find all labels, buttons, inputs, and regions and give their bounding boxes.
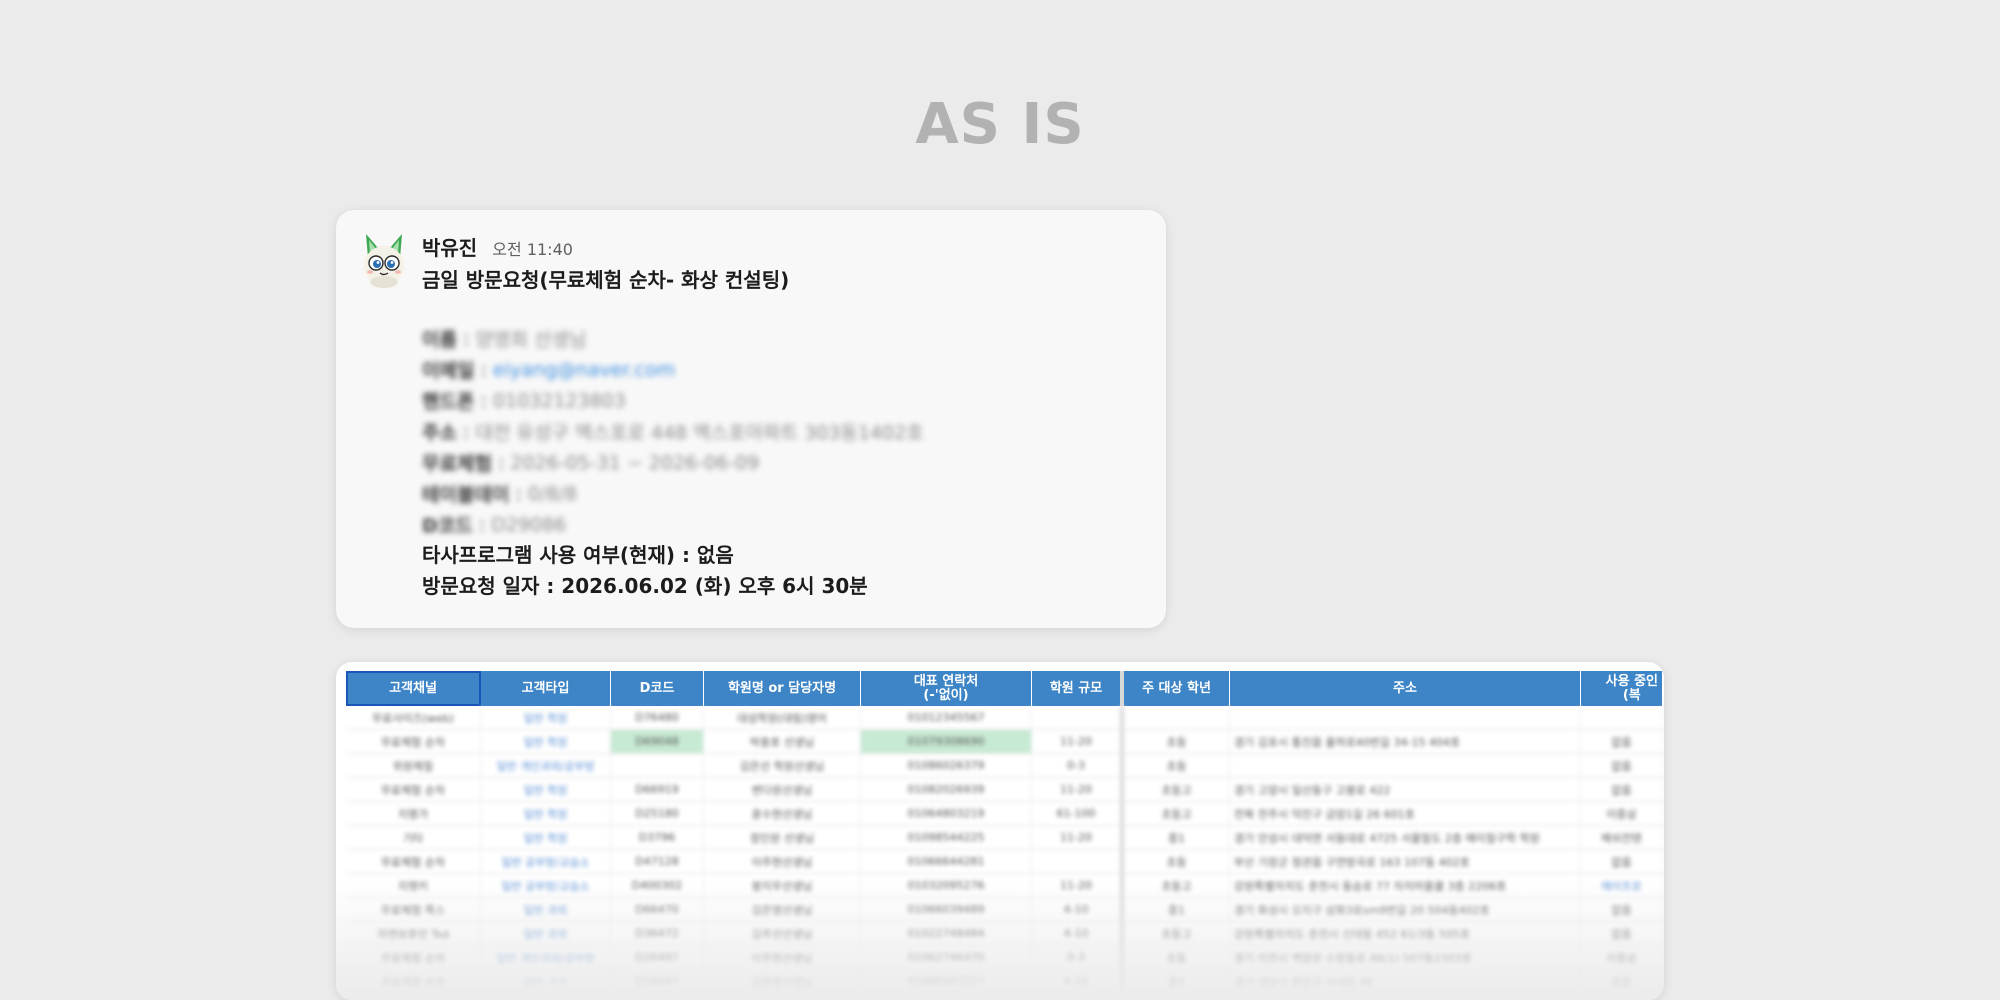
column-header[interactable]: 고객채널 <box>346 671 481 706</box>
table-cell[interactable]: 01079308690 <box>861 730 1032 753</box>
table-cell[interactable]: 정인원 선생님 <box>704 826 861 849</box>
mascot-avatar-icon[interactable] <box>360 232 408 290</box>
table-cell[interactable] <box>1032 850 1124 873</box>
table-cell[interactable]: 초등 <box>1124 730 1230 753</box>
table-cell[interactable]: 경기 김포시 통진읍 율하로40번길 34-15 404호 <box>1230 730 1581 753</box>
table-cell[interactable]: 이주현선생님 <box>704 850 861 873</box>
table-cell[interactable]: D66919 <box>611 778 704 801</box>
spreadsheet-card: 고객채널 고객타입 D코드 학원명 or 담당자명 대표 연락처 (-'없이) 학원 규모… <box>336 662 1664 1000</box>
table-cell[interactable]: 기타 <box>346 826 481 849</box>
table-cell[interactable] <box>611 754 704 777</box>
table-cell[interactable]: 초등 <box>1124 850 1230 873</box>
email-link[interactable]: eiyang@naver.com <box>493 359 675 381</box>
column-header[interactable]: 주 대상 학년 <box>1124 671 1230 706</box>
table-cell[interactable]: 전북 전주시 덕진구 금암1길 26 601호 <box>1230 802 1581 825</box>
table-cell[interactable]: 01086026379 <box>861 754 1032 777</box>
table-cell[interactable]: 대성학원(대림)영어 <box>704 706 861 729</box>
table-cell[interactable]: 없음 <box>1581 730 1663 753</box>
column-header[interactable]: 대표 연락처 (-'없이) <box>861 671 1032 706</box>
table-cell[interactable]: D3796 <box>611 826 704 849</box>
table-cell[interactable]: 01012345567 <box>861 706 1032 729</box>
visit-date-line: 방문요청 일자 : 2026.06.02 (화) 오후 6시 30분 <box>422 574 868 598</box>
table-cell[interactable] <box>1032 706 1124 729</box>
table-cell[interactable]: 위원체질 <box>346 754 481 777</box>
table-cell[interactable]: 변다원선생님 <box>704 778 861 801</box>
info-line: 이메일 : eiyang@naver.com <box>422 358 676 383</box>
table-cell[interactable]: 경기 안성시 대덕면 서동대로 4725 서울밀도 2층 에이칠구학 학원 <box>1230 826 1581 849</box>
bottom-fade <box>336 880 1664 1000</box>
table-cell[interactable]: 무료체험 순차 <box>346 778 481 801</box>
table-cell[interactable]: 일반 공부방/교습소 <box>481 850 611 873</box>
table-row[interactable]: 지명가 일반 학원 D25180 윤수현선생님 01064803219 61-100 초등고… <box>346 802 1664 826</box>
sheet-header-row: 고객채널 고객타입 D코드 학원명 or 담당자명 대표 연락처 (-'없이) 학원 규모… <box>346 671 1663 706</box>
table-row[interactable]: 기타 일반 학원 D3796 정인원 선생님 01098544225 11-20 중1 경기 … <box>346 826 1664 850</box>
table-row[interactable]: 무료체험 순차 일반 학원 D66919 변다원선생님 01082026939 11-20… <box>346 778 1664 802</box>
table-cell[interactable] <box>1230 706 1581 729</box>
table-cell[interactable]: 없음 <box>1581 754 1663 777</box>
table-cell[interactable]: 지명가 <box>346 802 481 825</box>
table-cell[interactable]: 01066644281 <box>861 850 1032 873</box>
message-subject: 금일 방문요청(무료체험 순차- 화상 컨설팅) <box>422 268 790 292</box>
table-cell[interactable]: 이중삼 <box>1581 802 1663 825</box>
table-cell[interactable]: 김은선 학원선생님 <box>704 754 861 777</box>
page-title: AS IS <box>915 92 1085 157</box>
table-cell[interactable]: 01098544225 <box>861 826 1032 849</box>
table-cell[interactable]: 초등고 <box>1124 778 1230 801</box>
table-cell[interactable]: 윤수현선생님 <box>704 802 861 825</box>
column-header[interactable]: 사용 중인 (복 <box>1581 671 1663 706</box>
table-cell[interactable]: 11-20 <box>1032 778 1124 801</box>
info-line: 주소 : 대전 유성구 엑스포로 448 엑스포아파트 303동1402호 <box>422 420 924 445</box>
info-line: 핸드폰 :01032123803 <box>422 389 626 414</box>
table-cell[interactable]: 무료체험 순차 <box>346 850 481 873</box>
chat-message-card: 박유진 오전 11:40 금일 방문요청(무료체험 순차- 화상 컨설팅) 이름… <box>336 210 1166 628</box>
table-cell[interactable]: 11-20 <box>1032 730 1124 753</box>
blurred-personal-info: 이름 : 양영희 선생님 이메일 : eiyang@naver.com 핸드폰 :0… <box>422 323 1136 540</box>
sender-name[interactable]: 박유진 <box>422 236 477 260</box>
info-line: 무료체험 :2026-05-31 ~ 2026-06-09 <box>422 451 760 476</box>
table-cell[interactable]: D47128 <box>611 850 704 873</box>
table-cell[interactable]: 일반 학원 <box>481 778 611 801</box>
table-cell[interactable]: 초등 <box>1124 754 1230 777</box>
table-cell[interactable]: 61-100 <box>1032 802 1124 825</box>
table-cell[interactable]: 일반 학원 <box>481 730 611 753</box>
table-cell[interactable]: D76480 <box>611 706 704 729</box>
table-cell[interactable]: 중1 <box>1124 826 1230 849</box>
table-cell[interactable] <box>1230 754 1581 777</box>
table-row[interactable]: 무료체험 순차 일반 학원 D69048 박충호 선생님 01079308690 11-2… <box>346 730 1664 754</box>
table-cell[interactable]: 박충호 선생님 <box>704 730 861 753</box>
table-cell[interactable]: 0-3 <box>1032 754 1124 777</box>
table-cell[interactable]: 일반 학원 <box>481 706 611 729</box>
table-cell[interactable]: 01082026939 <box>861 778 1032 801</box>
table-cell[interactable]: 메쉬컨텐 <box>1581 826 1663 849</box>
info-line: 테이블데이 :0/8/8 <box>422 482 577 507</box>
column-header[interactable]: 학원 규모 <box>1032 671 1124 706</box>
table-cell[interactable]: 없음 <box>1581 850 1663 873</box>
table-cell[interactable]: 무료체험 순차 <box>346 730 481 753</box>
column-header[interactable]: 학원명 or 담당자명 <box>704 671 861 706</box>
table-cell[interactable] <box>1124 706 1230 729</box>
table-cell[interactable]: 일반 학원 <box>481 826 611 849</box>
other-program-line: 타사프로그램 사용 여부(현재) : 없음 <box>422 543 734 567</box>
table-row[interactable]: 무료체험 순차 일반 공부방/교습소 D47128 이주현선생님 01066644281… <box>346 850 1664 874</box>
table-cell[interactable]: 11-20 <box>1032 826 1124 849</box>
column-header[interactable]: D코드 <box>611 671 704 706</box>
info-line: D코드 : D29086 <box>422 513 567 538</box>
table-cell[interactable]: 01064803219 <box>861 802 1032 825</box>
table-cell[interactable]: 초등고 <box>1124 802 1230 825</box>
info-line: 이름 : 양영희 선생님 <box>422 327 587 352</box>
table-cell[interactable]: 일반 개인과외/공부방 <box>481 754 611 777</box>
column-header[interactable]: 고객타입 <box>481 671 611 706</box>
table-cell[interactable]: 일반 학원 <box>481 802 611 825</box>
table-cell[interactable]: 무료사이즈(web) <box>346 706 481 729</box>
table-cell[interactable]: D69048 <box>611 730 704 753</box>
table-row[interactable]: 무료사이즈(web) 일반 학원 D76480 대성학원(대림)영어 010123455… <box>346 706 1664 730</box>
table-row[interactable]: 위원체질 일반 개인과외/공부방 김은선 학원선생님 01086026379 0-3 초등… <box>346 754 1664 778</box>
column-header[interactable]: 주소 <box>1230 671 1581 706</box>
table-cell[interactable]: 경기 고양시 일산동구 고봉로 422 <box>1230 778 1581 801</box>
table-cell[interactable]: 부산 기장군 정관읍 구연방곡로 163 107동 402호 <box>1230 850 1581 873</box>
message-timestamp[interactable]: 오전 11:40 <box>492 240 573 259</box>
table-cell[interactable]: 없음 <box>1581 778 1663 801</box>
table-cell[interactable]: D25180 <box>611 802 704 825</box>
table-cell[interactable] <box>1581 706 1663 729</box>
